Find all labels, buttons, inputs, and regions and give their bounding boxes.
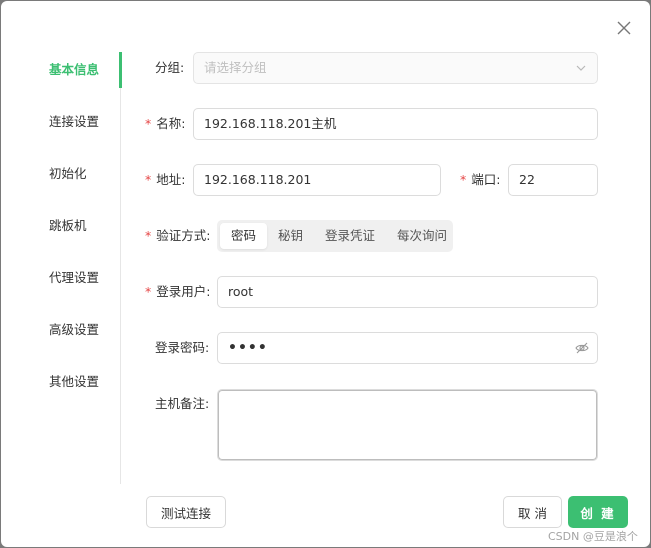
login-user-label-text: 登录用户: (156, 284, 211, 299)
auth-option-key[interactable]: 秘钥 (267, 223, 314, 249)
watermark: CSDN @豆是浪个 (548, 530, 638, 543)
auth-option-credential[interactable]: 登录凭证 (314, 223, 386, 249)
sidebar-item-jump-host[interactable]: 跳板机 (49, 216, 87, 236)
sidebar-item-connection[interactable]: 连接设置 (49, 112, 99, 132)
sidebar-item-basic-info[interactable]: 基本信息 (49, 60, 99, 80)
name-label: * 名称: (145, 114, 185, 134)
address-label-text: 地址: (156, 172, 186, 187)
login-user-input[interactable]: root (217, 276, 598, 308)
required-mark: * (145, 228, 152, 243)
auth-method-label-text: 验证方式: (156, 228, 211, 243)
auth-option-password[interactable]: 密码 (220, 223, 268, 249)
chevron-down-icon (576, 65, 586, 71)
required-mark: * (145, 284, 152, 299)
close-icon[interactable] (615, 19, 633, 37)
sidebar-divider (120, 52, 121, 484)
remark-label: 主机备注: (155, 396, 210, 411)
required-mark: * (145, 172, 152, 187)
required-mark: * (145, 116, 152, 131)
password-masked-value: •••• (228, 340, 268, 356)
auth-option-ask-each-time[interactable]: 每次询问 (386, 223, 458, 249)
create-button[interactable]: 创 建 (568, 496, 628, 528)
auth-method-segmented: 密码 秘钥 登录凭证 每次询问 (217, 220, 453, 252)
cancel-button[interactable]: 取 消 (503, 496, 562, 528)
address-input[interactable]: 192.168.118.201 (193, 164, 441, 196)
eye-hidden-icon[interactable] (575, 341, 589, 355)
test-connection-button[interactable]: 测试连接 (146, 496, 226, 528)
new-host-dialog: 基本信息 连接设置 初始化 跳板机 代理设置 高级设置 其他设置 分组: 请选择… (1, 1, 650, 547)
sidebar-item-proxy[interactable]: 代理设置 (49, 268, 99, 288)
sidebar-item-other[interactable]: 其他设置 (49, 372, 99, 392)
group-label: 分组: (155, 60, 185, 75)
required-mark: * (460, 172, 467, 187)
login-user-label: * 登录用户: (145, 282, 210, 302)
sidebar-item-advanced[interactable]: 高级设置 (49, 320, 99, 340)
port-label-text: 端口: (471, 172, 501, 187)
port-label: * 端口: (460, 170, 500, 190)
password-input[interactable]: •••• (217, 332, 598, 364)
name-input[interactable]: 192.168.118.201主机 (193, 108, 598, 140)
name-label-text: 名称: (156, 116, 186, 131)
remark-textarea[interactable] (217, 389, 598, 461)
group-placeholder: 请选择分组 (204, 60, 267, 75)
sidebar-item-init[interactable]: 初始化 (49, 164, 87, 184)
address-label: * 地址: (145, 170, 185, 190)
auth-method-label: * 验证方式: (145, 226, 210, 246)
group-select[interactable]: 请选择分组 (193, 52, 598, 84)
sidebar-active-indicator (119, 52, 122, 88)
port-input[interactable]: 22 (508, 164, 598, 196)
password-label: 登录密码: (155, 340, 210, 355)
